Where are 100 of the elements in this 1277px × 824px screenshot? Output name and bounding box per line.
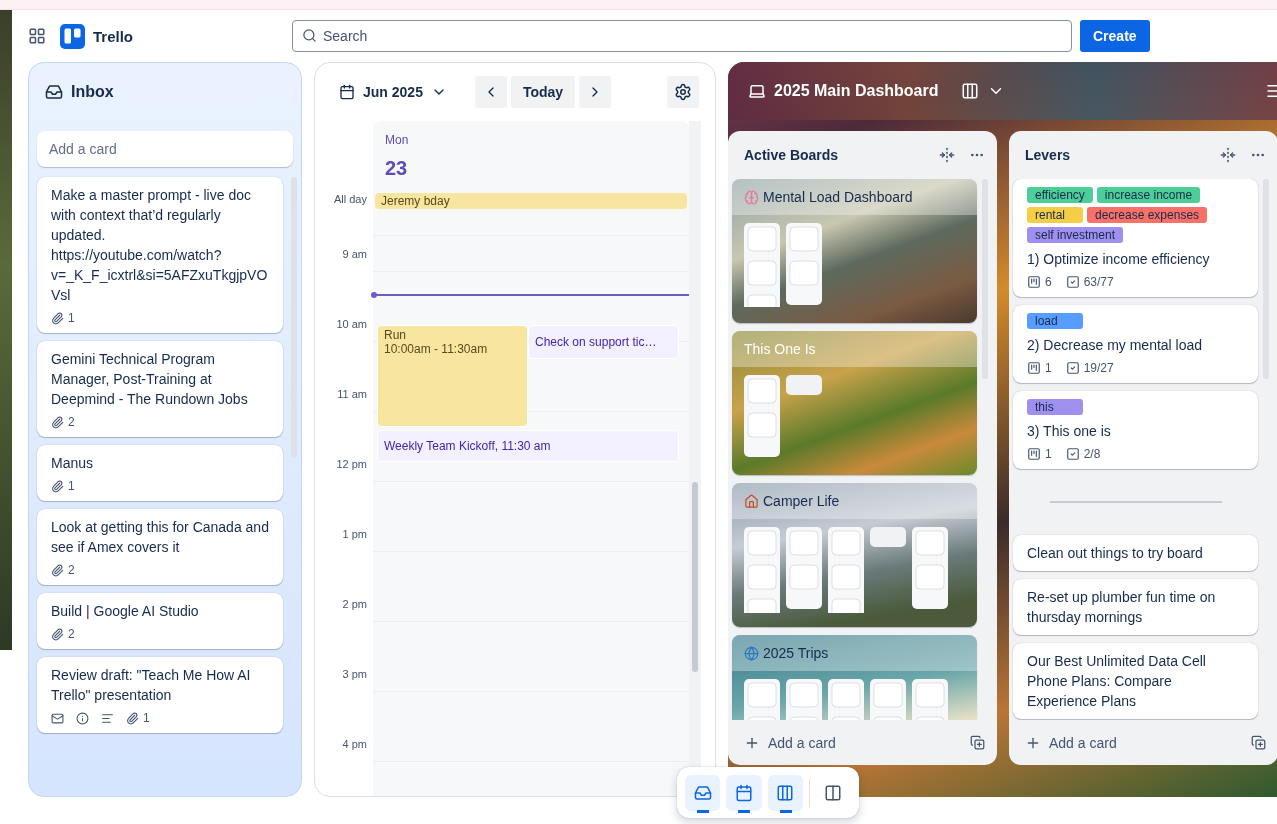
- inbox-card[interactable]: Review draft: "Teach Me How AI Trello" presentation 1: [37, 657, 283, 733]
- board-icon: [1027, 447, 1041, 461]
- checklist-icon: [1065, 361, 1080, 375]
- globe-icon: [744, 645, 759, 661]
- card-label: increase income: [1096, 187, 1201, 203]
- board-icon: [1027, 275, 1041, 289]
- card-title: Make a master prompt - live doc with context that’d regularly updated. https://youtube.com/watch?v=_K_F_icxtrl&si=5AFZxuTkgjpVOVsl: [51, 186, 269, 305]
- add-card-button[interactable]: Add a card: [740, 730, 970, 755]
- inbox-button[interactable]: [685, 774, 721, 811]
- logo-icon: [60, 23, 85, 49]
- hour-label: 10 am: [336, 317, 367, 332]
- badge-count: 2: [68, 627, 75, 641]
- list-card[interactable]: Clean out things to try board: [1013, 535, 1258, 571]
- day-name: Mon: [385, 133, 410, 147]
- create-button[interactable]: Create: [1080, 20, 1150, 52]
- list-card[interactable]: this 3) This one is 1 2/8: [1013, 391, 1258, 469]
- badge-count: 1: [68, 479, 75, 493]
- board-card-title: Camper Life: [763, 493, 840, 509]
- board-view-icon[interactable]: [960, 82, 979, 100]
- inbox-card[interactable]: Look at getting this for Canada and see if Amex covers it 2: [37, 509, 283, 585]
- card-label: this: [1027, 399, 1083, 415]
- checklist-count: 2/8: [1083, 447, 1101, 461]
- email-icon: [51, 711, 64, 725]
- board-count: 1: [1045, 447, 1052, 461]
- search-icon: [302, 28, 317, 43]
- card-title: Re-set up plumber fun time on thursday mornings: [1027, 588, 1217, 627]
- laptop-icon: [748, 82, 766, 100]
- checklist-icon: [1065, 447, 1080, 461]
- inbox-card[interactable]: Build | Google AI Studio 2: [37, 593, 283, 649]
- previous-button[interactable]: [474, 76, 507, 108]
- app-switcher-icon[interactable]: [28, 27, 46, 45]
- card-title: Look at getting this for Canada and see if Amex covers it: [51, 518, 269, 557]
- list-title[interactable]: Active Boards: [744, 147, 925, 163]
- hour-label: 1 pm: [342, 527, 367, 542]
- attachment-icon: [51, 415, 64, 429]
- calendar-event[interactable]: Run 10:00am - 11:30am: [377, 325, 528, 427]
- app-name: Trello: [93, 27, 133, 45]
- board-card[interactable]: Camper Life: [732, 483, 977, 627]
- inbox-icon: [45, 83, 63, 101]
- list-card[interactable]: load 2) Decrease my mental load 1 19/27: [1013, 305, 1258, 383]
- search-field[interactable]: Search: [292, 20, 1072, 52]
- card-title: Gemini Technical Program Manager, Post-Training at Deepmind - The Rundown Jobs: [51, 350, 249, 409]
- settings-button[interactable]: [667, 76, 699, 108]
- board-card[interactable]: 2025 Trips: [732, 635, 977, 720]
- list-title[interactable]: Levers: [1025, 147, 1206, 163]
- today-button[interactable]: Today: [510, 76, 576, 108]
- all-day-event[interactable]: Jeremy bday: [375, 193, 687, 209]
- card-label: decrease expenses: [1087, 207, 1208, 223]
- board-card-title: Mental Load Dashboard: [763, 189, 913, 205]
- template-icon[interactable]: [970, 735, 985, 750]
- inbox-card[interactable]: Make a master prompt - live doc with context that’d regularly updated. https://youtube.com/watch?v=_K_F_icxtrl&si=5AFZxuTkgjpVOVsl 1: [37, 177, 283, 333]
- collapse-icon[interactable]: [1220, 147, 1236, 163]
- card-title: Our Best Unlimited Data Cell Phone Plans: Compare Experience Plans: [1027, 652, 1207, 711]
- attachment-icon: [126, 711, 139, 725]
- hour-label: 4 pm: [342, 737, 367, 752]
- calendar-icon: [734, 783, 753, 802]
- next-button[interactable]: [579, 76, 612, 108]
- card-label: self investment: [1027, 227, 1124, 243]
- board-count: 1: [1045, 361, 1052, 375]
- list-card[interactable]: Re-set up plumber fun time on thursday mornings: [1013, 579, 1258, 635]
- calendar-icon: [339, 84, 355, 100]
- inbox-title: Inbox: [71, 83, 114, 101]
- hour-label: 12 pm: [336, 457, 367, 472]
- board-card[interactable]: Mental Load Dashboard: [732, 179, 977, 323]
- hour-label: 9 am: [342, 247, 367, 262]
- template-icon[interactable]: [1251, 735, 1266, 750]
- hour-label: 11 am: [337, 387, 367, 402]
- board-count: 6: [1045, 275, 1052, 289]
- all-day-label: All day: [333, 193, 367, 205]
- scrollbar[interactable]: [291, 177, 297, 457]
- hour-label: 2 pm: [342, 597, 367, 612]
- settings-icon: [674, 83, 692, 101]
- add-card-field[interactable]: Add a card: [37, 131, 293, 167]
- collapse-icon[interactable]: [939, 147, 955, 163]
- add-card-button[interactable]: Add a card: [1021, 730, 1251, 755]
- card-title: 1) Optimize income efficiency: [1027, 250, 1211, 269]
- inbox-card[interactable]: Gemini Technical Program Manager, Post-Training at Deepmind - The Rundown Jobs 2: [37, 341, 283, 437]
- checklist-count: 19/27: [1083, 361, 1114, 375]
- badge-count: 1: [68, 311, 75, 325]
- calendar-event[interactable]: Weekly Team Kickoff, 11:30 am: [377, 430, 679, 462]
- card-label: efficiency: [1027, 187, 1093, 203]
- board-title[interactable]: 2025 Main Dashboard: [774, 82, 939, 100]
- scrollbar[interactable]: [692, 482, 698, 672]
- board-button[interactable]: [767, 774, 803, 811]
- card-label: load: [1027, 313, 1083, 329]
- description-icon: [101, 711, 114, 725]
- info-icon: [76, 711, 89, 725]
- inbox-card[interactable]: Manus 1: [37, 445, 283, 501]
- badge-count: 1: [143, 711, 150, 725]
- calendar-button[interactable]: [726, 774, 762, 811]
- board-icon: [1027, 361, 1041, 375]
- month-picker[interactable]: Jun 2025: [339, 84, 447, 100]
- card-title: Build | Google AI Studio: [51, 602, 200, 621]
- day-number: 23: [385, 157, 409, 180]
- attachment-icon: [51, 627, 64, 641]
- list-card[interactable]: Our Best Unlimited Data Cell Phone Plans: Compare Experience Plans: [1013, 643, 1258, 719]
- attachment-icon: [51, 563, 64, 577]
- card-title: 3) This one is: [1027, 422, 1112, 441]
- list-card[interactable]: efficiency increase income rental decrease expenses self investment 1) Optimize income efficiency 6 63/77: [1013, 179, 1258, 297]
- calendar-event[interactable]: Check on support tic…: [528, 325, 679, 359]
